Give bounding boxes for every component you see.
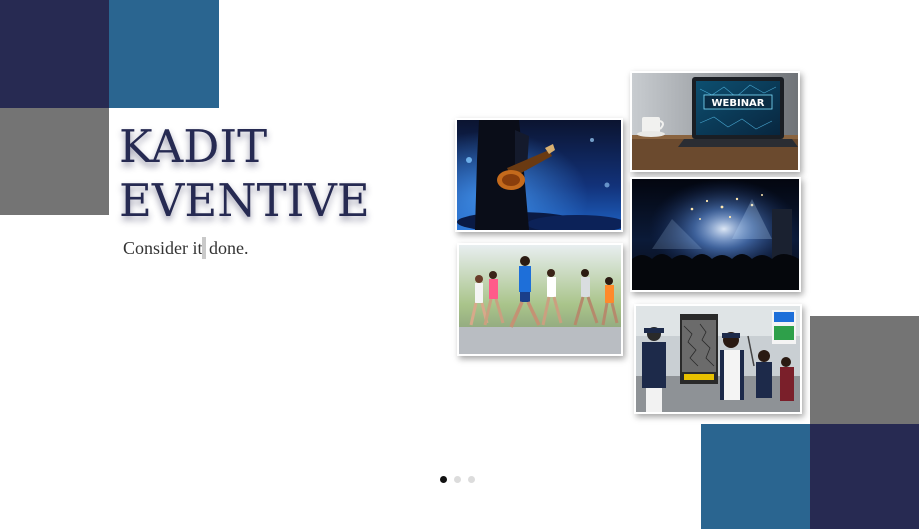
decor-block-blue-top-left — [109, 0, 219, 108]
carousel-dot-3[interactable] — [468, 476, 475, 483]
brand-title-line-1: KADIT — [119, 120, 268, 173]
photo-marathon-runners — [457, 243, 623, 356]
webinar-screen-label: WEBINAR — [711, 98, 764, 109]
photo-student-rally — [634, 304, 802, 414]
photo-guitarist — [455, 118, 623, 232]
photo-webinar-laptop: WEBINAR — [630, 71, 800, 172]
decor-block-navy-bottom-right — [810, 424, 919, 529]
tagline-text-start: Consider it — [123, 238, 203, 258]
decor-block-gray-top-left — [0, 108, 109, 215]
decor-block-gray-bottom-right — [810, 316, 919, 424]
decor-block-navy-top-left — [0, 0, 109, 108]
carousel-dot-2[interactable] — [454, 476, 461, 483]
brand-title-line-2: EVENTIVE — [119, 174, 370, 227]
carousel-dot-1[interactable] — [440, 476, 447, 483]
tagline-text-end: done. — [204, 238, 249, 258]
carousel-pagination — [440, 476, 475, 484]
decor-block-blue-bottom-right — [701, 424, 810, 529]
brand-title: KADIT EVENTIVE — [119, 120, 439, 228]
hero-slide: KADIT EVENTIVE Consider it done. WEBINAR — [0, 0, 919, 529]
tagline: Consider it done. — [123, 237, 249, 259]
photo-concert-crowd — [630, 177, 801, 292]
